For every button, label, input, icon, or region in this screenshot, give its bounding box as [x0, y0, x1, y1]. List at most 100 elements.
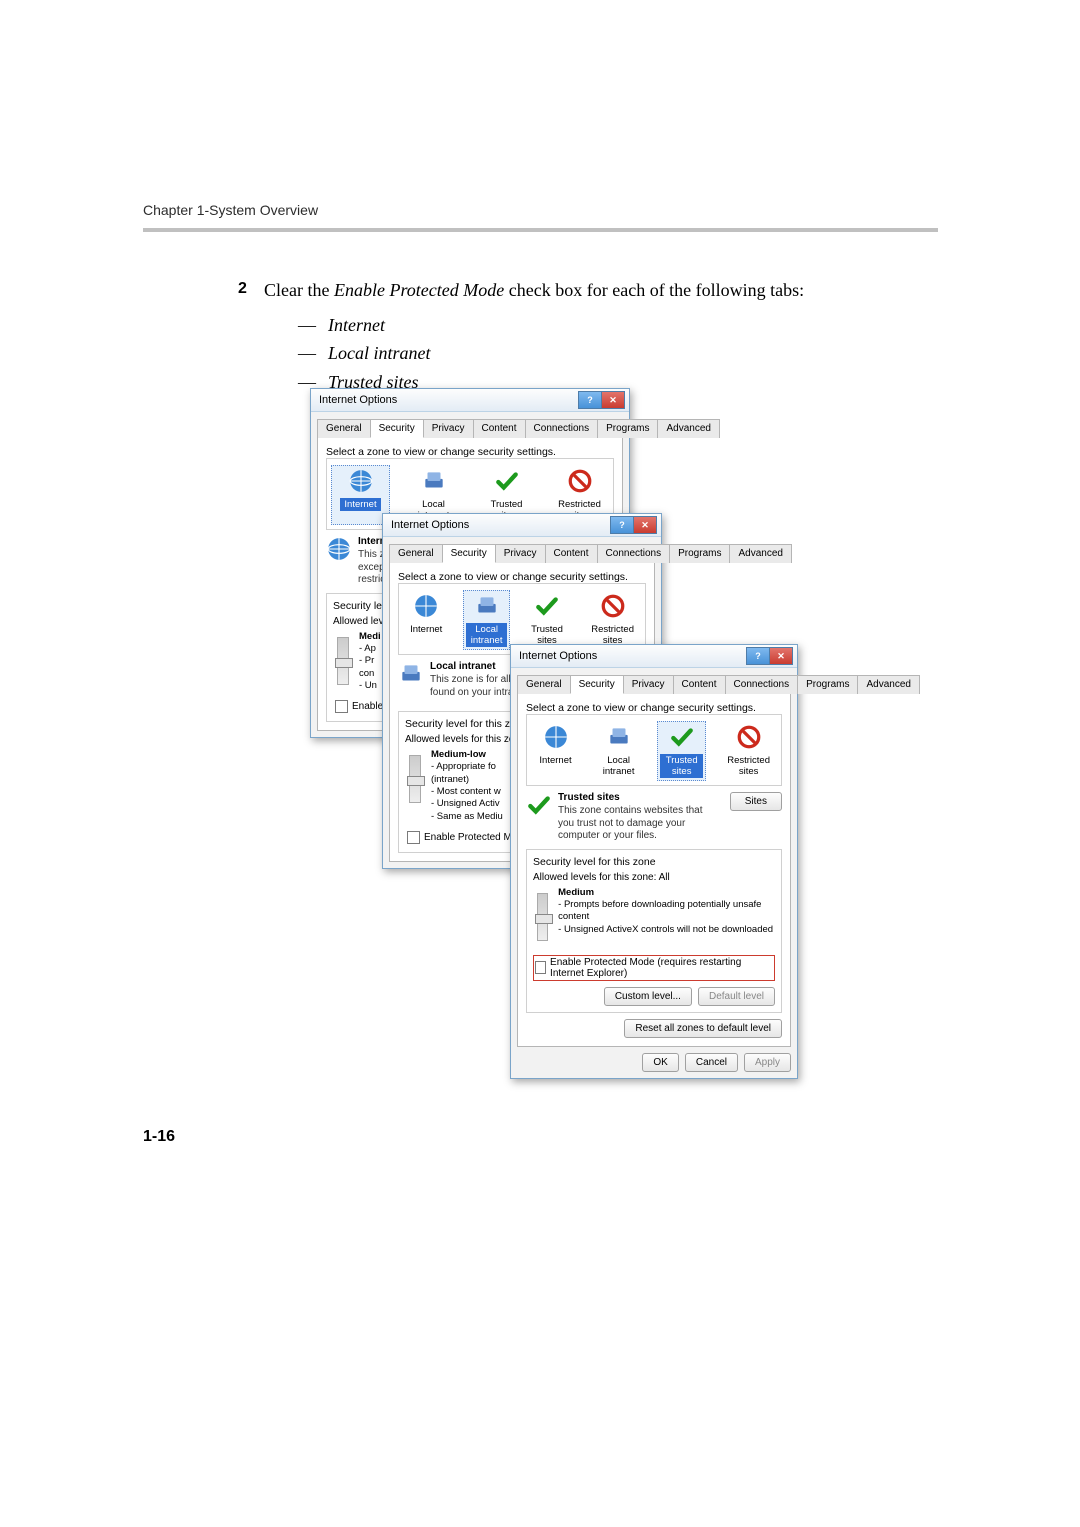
tab-connections[interactable]: Connections: [525, 419, 599, 438]
slider-thumb[interactable]: [535, 914, 553, 924]
globe-icon: [413, 593, 439, 619]
select-zone-label: Select a zone to view or change security…: [326, 446, 614, 458]
level-detail: - Unsigned ActiveX controls will not be …: [558, 924, 773, 935]
check-icon: [494, 468, 520, 494]
level-detail: - Un: [359, 680, 377, 691]
zone-name-heading: Trusted sites: [558, 792, 724, 803]
globe-icon: [543, 724, 569, 750]
cancel-button[interactable]: Cancel: [685, 1053, 738, 1072]
tab-strip: General Security Privacy Content Connect…: [317, 418, 623, 438]
checkbox-icon: [535, 961, 546, 974]
bullet-1: Internet: [328, 315, 385, 335]
sites-button[interactable]: Sites: [730, 792, 782, 811]
tab-content[interactable]: Content: [545, 544, 598, 563]
tab-security[interactable]: Security: [570, 675, 624, 694]
dialog-title: Internet Options: [391, 519, 469, 531]
zone-restricted-sites[interactable]: Restricted sites: [584, 590, 641, 650]
custom-level-button[interactable]: Custom level...: [604, 987, 692, 1006]
close-button[interactable]: ✕: [601, 391, 625, 409]
checkbox-icon: [407, 831, 420, 844]
step-text-1: Clear the: [264, 280, 334, 300]
security-level-label: Security level for this zone: [533, 856, 775, 868]
tab-content[interactable]: Content: [673, 675, 726, 694]
level-name: Medium: [558, 887, 594, 898]
close-button[interactable]: ✕: [769, 647, 793, 665]
level-detail: - Ap: [359, 643, 376, 654]
globe-icon: [348, 468, 374, 494]
tab-general[interactable]: General: [389, 544, 443, 563]
tab-strip: General Security Privacy Content Connect…: [517, 674, 791, 694]
restricted-icon: [736, 724, 762, 750]
tab-programs[interactable]: Programs: [669, 544, 730, 563]
restricted-icon: [600, 593, 626, 619]
tab-connections[interactable]: Connections: [725, 675, 799, 694]
help-button[interactable]: ?: [610, 516, 633, 534]
level-detail: - Appropriate fo: [431, 761, 496, 772]
level-name: Medi: [359, 631, 381, 642]
bullet-2: Local intranet: [328, 343, 431, 363]
zone-label: Internet: [535, 754, 575, 767]
tab-programs[interactable]: Programs: [797, 675, 858, 694]
security-slider[interactable]: [409, 755, 421, 803]
zone-desc: This zone contains websites that you tru…: [558, 805, 718, 843]
dialog-internet-options-3: Internet Options ? ✕ General Security Pr…: [510, 644, 798, 1079]
zone-label: Local intranet: [466, 623, 506, 647]
zone-local-intranet[interactable]: Local intranet: [594, 721, 643, 781]
reset-all-zones-button[interactable]: Reset all zones to default level: [624, 1019, 782, 1038]
ok-button[interactable]: OK: [642, 1053, 678, 1072]
zone-internet[interactable]: Internet: [531, 721, 580, 781]
zone-local-intranet[interactable]: Local intranet: [463, 590, 509, 650]
security-slider[interactable]: [537, 893, 548, 941]
allowed-levels-label: Allowed levels for this zone: All: [533, 872, 775, 883]
help-button[interactable]: ?: [746, 647, 769, 665]
tab-advanced[interactable]: Advanced: [857, 675, 919, 694]
level-detail: - Most content w: [431, 786, 501, 797]
tab-privacy[interactable]: Privacy: [423, 419, 474, 438]
checkbox-label: Enable Protected Mode (requires restarti…: [550, 957, 773, 979]
level-detail: - Prompts before downloading potentially…: [558, 899, 761, 922]
zone-list: Internet Local intranet Trusted sites Re…: [526, 714, 782, 786]
step-text: 2 Clear the Enable Protected Mode check …: [264, 278, 938, 394]
apply-button[interactable]: Apply: [744, 1053, 791, 1072]
help-button[interactable]: ?: [578, 391, 601, 409]
checkbox-icon: [335, 700, 348, 713]
step-number: 2: [238, 278, 247, 300]
tab-advanced[interactable]: Advanced: [657, 419, 719, 438]
slider-thumb[interactable]: [335, 658, 353, 668]
tab-advanced[interactable]: Advanced: [729, 544, 791, 563]
check-icon: [669, 724, 695, 750]
enable-protected-mode-checkbox[interactable]: Enable Protected Mode (requires restarti…: [533, 955, 775, 981]
tab-general[interactable]: General: [317, 419, 371, 438]
zone-label: Restricted sites: [723, 754, 774, 778]
tab-strip: General Security Privacy Content Connect…: [389, 543, 655, 563]
zone-restricted-sites[interactable]: Restricted sites: [720, 721, 777, 781]
restricted-icon: [567, 468, 593, 494]
security-level-group: Security level for this zone Allowed lev…: [526, 849, 782, 1013]
zone-trusted-sites[interactable]: Trusted sites: [524, 590, 570, 650]
bullet-dash: —: [298, 341, 328, 365]
tab-content[interactable]: Content: [473, 419, 526, 438]
tab-privacy[interactable]: Privacy: [623, 675, 674, 694]
intranet-icon: [474, 593, 500, 619]
intranet-icon: [606, 724, 632, 750]
dialog-title: Internet Options: [519, 650, 597, 662]
slider-thumb[interactable]: [407, 776, 425, 786]
tab-programs[interactable]: Programs: [597, 419, 658, 438]
close-button[interactable]: ✕: [633, 516, 657, 534]
tab-security[interactable]: Security: [370, 419, 424, 438]
chapter-heading: Chapter 1-System Overview: [143, 202, 318, 218]
globe-icon: [326, 536, 352, 562]
tab-general[interactable]: General: [517, 675, 571, 694]
tab-connections[interactable]: Connections: [597, 544, 671, 563]
check-icon: [534, 593, 560, 619]
tab-privacy[interactable]: Privacy: [495, 544, 546, 563]
intranet-icon: [398, 661, 424, 687]
tab-security[interactable]: Security: [442, 544, 496, 563]
default-level-button[interactable]: Default level: [698, 987, 775, 1006]
zone-label: Local intranet: [597, 754, 640, 778]
zone-label: Trusted sites: [660, 754, 703, 778]
zone-label: Internet: [340, 498, 380, 511]
zone-trusted-sites[interactable]: Trusted sites: [657, 721, 706, 781]
zone-internet[interactable]: Internet: [403, 590, 449, 650]
security-slider[interactable]: [337, 637, 349, 685]
